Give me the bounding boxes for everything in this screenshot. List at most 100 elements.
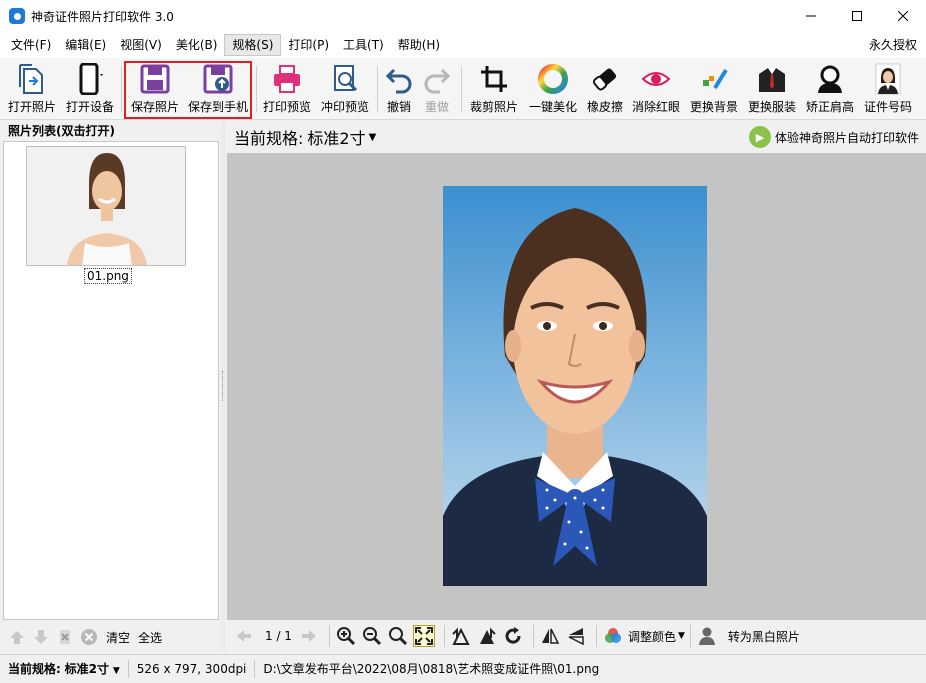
close-icon [898,11,908,21]
remove-red-eye-label: 消除红眼 [631,100,680,114]
move-up-icon[interactable] [8,628,26,646]
eye-icon [638,62,674,96]
save-photo-button[interactable]: 保存照片 [127,62,183,116]
phone-icon [72,62,108,96]
undo-icon [381,62,417,96]
photo-list[interactable]: 01.png [3,141,219,620]
redo-button[interactable]: 重做 [421,62,453,116]
app-logo-icon [9,8,25,24]
photo-list-header: 照片列表(双击打开) [0,121,222,141]
status-spec[interactable]: 当前规格: 标准2寸 ▼ [0,660,129,678]
window-title: 神奇证件照片打印软件 3.0 [31,9,174,24]
chevron-down-icon[interactable]: ▼ [369,132,377,143]
minimize-button[interactable] [788,0,834,32]
menu-beautify[interactable]: 美化(B) [169,34,225,56]
printer-badge-icon: ▶ [748,126,771,148]
rotate-left-icon[interactable] [450,625,472,647]
save-to-phone-button[interactable]: 保存到手机 [186,62,250,116]
current-spec-label: 当前规格: [234,129,304,148]
menu-edit[interactable]: 编辑(E) [58,34,113,56]
save-to-phone-label: 保存到手机 [187,100,248,114]
develop-preview-label: 冲印预览 [320,100,369,114]
promo-link[interactable]: ▶ 体验神奇照片自动打印软件 [748,126,919,148]
change-background-button[interactable]: 更换背景 [688,62,740,116]
zoom-actual-icon[interactable] [387,625,409,647]
toolbar-divider [689,625,691,647]
delete-file-icon[interactable] [56,628,74,646]
correct-shoulder-button[interactable]: 矫正肩高 [804,62,856,116]
person-icon [696,625,718,647]
clear-button[interactable]: 清空 [106,629,130,646]
status-spec-value: 标准2寸 [64,662,109,676]
status-dimensions: 526 x 797, 300dpi [129,660,256,678]
undo-button[interactable]: 撤销 [383,62,415,116]
fit-to-window-icon[interactable] [412,625,435,647]
close-button[interactable] [880,0,926,32]
printer-icon [269,62,305,96]
menu-tools[interactable]: 工具(T) [336,34,391,56]
eraser-icon [587,62,623,96]
rotate-right-icon[interactable] [476,625,498,647]
menu-file[interactable]: 文件(F) [4,34,58,56]
remove-circle-icon[interactable] [80,628,98,646]
crop-button[interactable]: 裁剪照片 [467,62,521,116]
next-page-icon[interactable] [298,625,320,647]
select-all-button[interactable]: 全选 [138,629,162,646]
suit-icon [754,62,790,96]
toolbar-divider [532,625,534,647]
id-photo-icon [870,62,906,96]
silhouette-icon [812,62,848,96]
id-number-button[interactable]: 证件号码 [862,62,914,116]
change-background-label: 更换背景 [689,100,738,114]
spec-dropdown[interactable]: 标准2寸 [307,125,365,149]
toolbar-divider [328,625,330,647]
status-spec-label: 当前规格: [8,662,61,676]
previous-page-icon[interactable] [233,625,255,647]
toolbar-divider [461,66,462,112]
flip-horizontal-icon[interactable] [539,625,561,647]
redo-label: 重做 [424,100,449,114]
open-device-button[interactable]: 打开设备 [64,62,116,116]
photo-thumbnail[interactable] [26,146,186,266]
menu-spec[interactable]: 规格(S) [224,34,282,56]
toolbar-divider [121,66,122,112]
brush-icon [696,62,732,96]
toolbar-divider [443,625,445,647]
zoom-out-icon[interactable] [361,625,383,647]
change-clothes-button[interactable]: 更换服装 [746,62,798,116]
flip-vertical-icon[interactable] [565,625,587,647]
maximize-button[interactable] [834,0,880,32]
menu-print[interactable]: 打印(P) [281,34,336,56]
eraser-label: 橡皮擦 [586,100,623,114]
toolbar-divider [595,625,597,647]
toolbar-divider [377,66,378,112]
one-click-beautify-button[interactable]: 一键美化 [526,62,580,116]
minimize-icon [806,15,816,17]
remove-red-eye-button[interactable]: 消除红眼 [630,62,682,116]
move-down-icon[interactable] [32,628,50,646]
zoom-in-icon[interactable] [335,625,357,647]
status-file-path: D:\文章发布平台\2022\08月\0818\艺术照变成证件照\01.png [263,662,600,676]
eraser-button[interactable]: 橡皮擦 [584,62,626,116]
thumbnail-filename[interactable]: 01.png [84,268,132,284]
develop-preview-button[interactable]: 冲印预览 [319,62,371,116]
color-wheel-icon [535,62,571,96]
undo-label: 撤销 [386,100,411,114]
print-preview-button[interactable]: 打印预览 [261,62,313,116]
refresh-icon[interactable] [502,625,524,647]
adjust-color-button[interactable]: 调整颜色 [628,628,676,645]
menu-help[interactable]: 帮助(H) [391,34,447,56]
license-label[interactable]: 永久授权 [869,34,917,56]
grayscale-button[interactable]: 转为黑白照片 [728,628,800,645]
photo-canvas[interactable] [227,153,926,620]
menu-view[interactable]: 视图(V) [113,34,169,56]
redo-icon [419,62,455,96]
rgb-color-icon[interactable] [602,625,624,647]
open-file-icon [14,62,50,96]
panel-splitter[interactable] [221,121,226,652]
open-photo-button[interactable]: 打开照片 [6,62,58,116]
floppy-disk-icon [137,62,173,96]
spec-header: 当前规格: 标准2寸 ▼ ▶ 体验神奇照片自动打印软件 [227,121,926,153]
adjust-color-chevron-icon[interactable]: ▼ [678,631,685,641]
toolbar: 打开照片 打开设备 保存照片 保存到手机 打印预览 冲印预览 撤销 重做 裁剪照… [0,58,926,120]
